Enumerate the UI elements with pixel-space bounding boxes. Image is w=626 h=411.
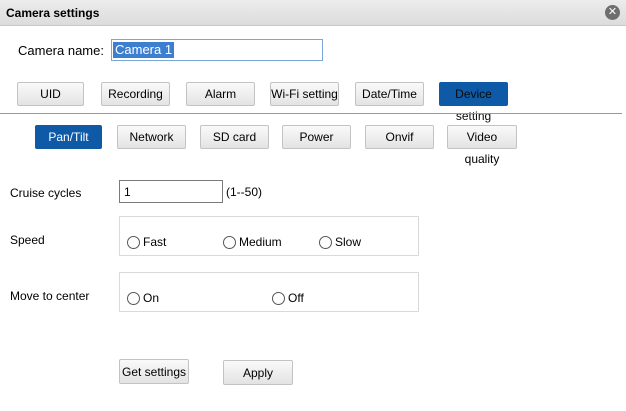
tab-divider	[0, 113, 622, 114]
move-center-on-option[interactable]: On	[127, 291, 159, 305]
window-title: Camera settings	[6, 6, 100, 20]
move-center-off-label: Off	[288, 291, 304, 305]
subtab-onvif[interactable]: Onvif	[365, 125, 434, 149]
speed-medium-radio[interactable]	[223, 235, 236, 249]
title-bar: Camera settings ✕	[0, 0, 626, 26]
speed-fast-option[interactable]: Fast	[127, 235, 166, 249]
tab-uid[interactable]: UID	[17, 82, 84, 106]
speed-slow-label: Slow	[335, 235, 362, 249]
speed-medium-option[interactable]: Medium	[223, 235, 282, 249]
speed-slow-radio[interactable]	[319, 235, 332, 249]
move-to-center-label: Move to center	[10, 289, 90, 303]
move-center-off-radio[interactable]	[272, 291, 285, 305]
tab-alarm[interactable]: Alarm	[186, 82, 255, 106]
speed-fast-label: Fast	[143, 235, 167, 249]
cruise-cycles-range: (1--50)	[226, 185, 263, 199]
apply-button[interactable]: Apply	[223, 360, 293, 385]
subtab-network[interactable]: Network	[117, 125, 186, 149]
speed-slow-option[interactable]: Slow	[319, 235, 361, 249]
close-icon[interactable]: ✕	[605, 5, 620, 20]
cruise-cycles-label: Cruise cycles	[10, 186, 82, 200]
cruise-cycles-input[interactable]	[119, 180, 223, 203]
subtab-power[interactable]: Power	[282, 125, 351, 149]
tab-recording[interactable]: Recording	[101, 82, 170, 106]
subtab-pan-tilt[interactable]: Pan/Tilt	[35, 125, 102, 149]
subtab-video-quality[interactable]: Video quality	[447, 125, 517, 166]
move-center-off-option[interactable]: Off	[272, 291, 304, 305]
camera-name-input[interactable]	[111, 39, 323, 61]
speed-fast-radio[interactable]	[127, 235, 140, 249]
move-to-center-group	[119, 272, 419, 312]
tab-device-setting[interactable]: Device setting	[439, 82, 508, 123]
subtab-sd-card[interactable]: SD card	[200, 125, 269, 149]
move-center-on-radio[interactable]	[127, 291, 140, 305]
tab-date-time[interactable]: Date/Time	[355, 82, 424, 106]
tab-wifi-setting[interactable]: Wi-Fi setting	[270, 82, 339, 106]
speed-medium-label: Medium	[239, 235, 282, 249]
move-center-on-label: On	[143, 291, 160, 305]
camera-name-label: Camera name:	[18, 43, 104, 58]
speed-label: Speed	[10, 233, 45, 247]
get-settings-button[interactable]: Get settings	[119, 359, 189, 384]
